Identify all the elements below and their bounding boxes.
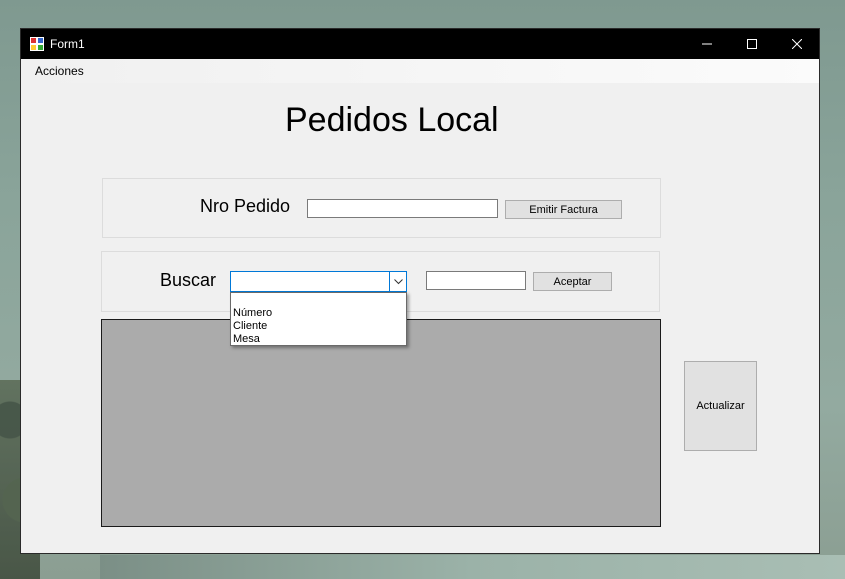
minimize-icon: [702, 43, 712, 45]
search-label: Buscar: [160, 270, 217, 290]
dropdown-option-cliente[interactable]: Cliente: [233, 320, 267, 333]
title-bar[interactable]: Form1: [21, 29, 819, 59]
combobox-dropdown-button[interactable]: [389, 272, 406, 291]
orders-data-grid[interactable]: [101, 319, 661, 527]
accept-button[interactable]: Aceptar: [533, 272, 612, 291]
dropdown-option-numero[interactable]: Número: [233, 307, 272, 320]
desktop-wallpaper: [100, 555, 845, 579]
menu-item-acciones[interactable]: Acciones: [35, 64, 84, 78]
maximize-icon: [747, 39, 757, 49]
menu-bar: Acciones: [21, 59, 819, 83]
close-button[interactable]: [774, 29, 820, 59]
combobox-dropdown-list: Número Cliente Mesa: [230, 292, 407, 346]
window-title: Form1: [50, 37, 85, 51]
form-app-icon: [30, 37, 44, 51]
search-value-input[interactable]: [426, 271, 526, 290]
dropdown-option-mesa[interactable]: Mesa: [233, 333, 260, 346]
close-icon: [792, 39, 802, 49]
refresh-button[interactable]: Actualizar: [684, 361, 757, 451]
order-panel: Nro Pedido Emitir Factura: [102, 178, 661, 238]
app-window: Form1 Acciones Pedidos Local Nro Pedido …: [20, 28, 820, 554]
chevron-down-icon: [393, 278, 403, 284]
emit-invoice-button[interactable]: Emitir Factura: [505, 200, 622, 219]
order-number-input[interactable]: [307, 199, 498, 218]
order-number-label: Nro Pedido: [200, 196, 291, 216]
maximize-button[interactable]: [729, 29, 775, 59]
page-title: Pedidos Local: [285, 101, 499, 139]
minimize-button[interactable]: [684, 29, 730, 59]
search-field-combobox[interactable]: [230, 271, 407, 292]
